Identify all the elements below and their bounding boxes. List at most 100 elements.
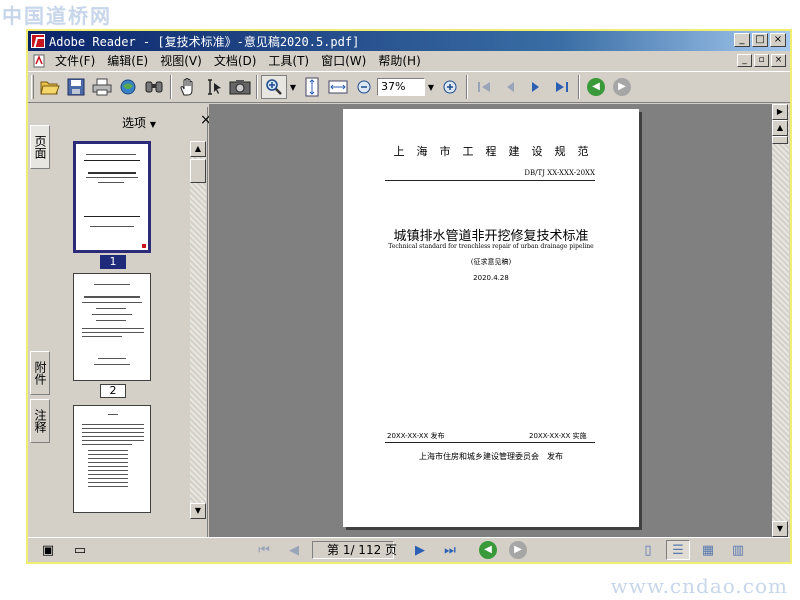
page-thumbnail-3[interactable] [73,405,151,513]
fit-page-icon[interactable] [299,75,325,99]
scroll-up-button[interactable]: ▲ [772,120,788,136]
page-layout-icon[interactable]: ▣ [36,540,60,560]
chevron-down-icon: ▼ [149,120,156,129]
zoom-in-icon[interactable] [261,75,287,99]
toolbar-separator [466,75,468,99]
status-bar: ▣ ▭ ⏮ ◀ 第 1/ 112 页 ▶ ⏭ ◀ ▶ ▯ ☰ ▦ ▥ [28,537,790,562]
page-thumbnail-2[interactable] [73,273,151,381]
thumbnail-label-1[interactable]: 1 [100,255,126,269]
minimize-button[interactable]: _ [734,33,750,47]
publisher: 上海市住房和城乡建设管理委员会 发布 [419,452,563,461]
zoom-dropdown-icon[interactable]: ▼ [425,83,437,92]
options-label: 选项 [122,116,147,130]
reader-window: Adobe Reader - [复技术标准》-意见稿2020.5.pdf] _ … [26,29,792,564]
menu-help[interactable]: 帮助(H) [372,52,426,69]
menu-document[interactable]: 文档(D) [208,52,263,69]
page-divider [385,442,595,443]
scroll-down-button[interactable]: ▼ [190,503,206,519]
scroll-up-button[interactable]: ▲ [190,141,206,157]
menu-edit[interactable]: 编辑(E) [101,52,154,69]
thumbnail-scrollbar[interactable]: ▲ ▼ [190,141,206,519]
watermark-top: 中国道桥网 [2,4,112,28]
zoom-out-minus-icon[interactable] [351,75,377,99]
go-forward-icon[interactable]: ▶ [609,75,635,99]
first-page-icon[interactable] [471,75,497,99]
document-title-en: Technical standard for trenchless repair… [388,243,594,250]
navigation-panel: 选项 ▼ × 1 2 ▲ ▼ [52,107,212,537]
document-view[interactable]: 上海市工程建设规范 DB/TJ XX-XXX-20XX 城镇排水管道非开挖修复技… [209,104,774,537]
draft-note: (征求意见稿) [470,258,512,266]
doc-restore-button[interactable]: ▫ [754,54,769,67]
continuous-view-icon[interactable]: ☰ [666,540,690,560]
main-toolbar: ▼ 37% ▼ ◀ ▶ [28,71,790,103]
next-page-icon[interactable] [523,75,549,99]
toolbar-separator [578,75,580,99]
save-icon[interactable] [63,75,89,99]
document-page: 上海市工程建设规范 DB/TJ XX-XXX-20XX 城镇排水管道非开挖修复技… [343,109,639,527]
zoom-plus-icon[interactable] [437,75,463,99]
go-back-icon[interactable]: ◀ [583,75,609,99]
facing-view-icon[interactable]: ▦ [696,540,720,560]
fit-width-icon[interactable] [325,75,351,99]
maximize-button[interactable]: □ [752,33,768,47]
nav-panel-header: 选项 ▼ × [52,107,232,135]
close-button[interactable]: × [770,33,786,47]
toolbar-separator [256,75,258,99]
side-tabs: 页面 附件 注释 [30,111,52,531]
publish-date: 20XX-XX-XX 发布 [387,432,445,440]
continuous-facing-icon[interactable]: ▥ [726,540,750,560]
toolbar-grip[interactable] [31,75,34,99]
watermark-bottom: www.cndao.com [610,574,788,598]
thumbnail-list: 1 2 [58,141,191,519]
tab-attachments[interactable]: 附件 [30,351,50,395]
title-bar[interactable]: Adobe Reader - [复技术标准》-意见稿2020.5.pdf] _ … [28,31,790,51]
next-page-icon[interactable]: ▶ [408,540,432,560]
pdf-document-icon [33,54,45,67]
single-page-view-icon[interactable]: ▯ [636,540,660,560]
select-text-icon[interactable] [201,75,227,99]
first-page-icon[interactable]: ⏮ [252,540,276,560]
tab-pages[interactable]: 页面 [30,125,50,169]
menu-file[interactable]: 文件(F) [49,52,101,69]
menu-view[interactable]: 视图(V) [154,52,208,69]
doc-minimize-button[interactable]: _ [737,54,752,67]
doc-close-button[interactable]: × [771,54,786,67]
thumbnail-label-2[interactable]: 2 [100,384,126,398]
toolbar-separator [170,75,172,99]
document-scrollbar[interactable]: ▶ ▲ ▼ [772,104,789,537]
menu-bar: 文件(F) 编辑(E) 视图(V) 文档(D) 工具(T) 窗口(W) 帮助(H… [28,51,790,70]
prev-page-icon[interactable]: ◀ [282,540,306,560]
document-title: 城镇排水管道非开挖修复技术标准 [393,229,589,244]
page-number-field[interactable]: 第 1/ 112 页 [312,541,397,559]
snapshot-icon[interactable] [227,75,253,99]
zoom-level-field[interactable]: 37% [377,78,425,96]
adobe-reader-icon [31,34,45,48]
hand-icon[interactable] [175,75,201,99]
page-header: 上海市工程建设规范 [393,145,601,158]
window-title: Adobe Reader - [复技术标准》-意见稿2020.5.pdf] [49,34,360,49]
last-page-icon[interactable] [549,75,575,99]
scroll-thumb[interactable] [772,136,788,144]
tab-comments[interactable]: 注释 [30,399,50,443]
go-back-icon[interactable]: ◀ [476,540,500,560]
search-icon[interactable] [141,75,167,99]
last-page-icon[interactable]: ⏭ [438,540,462,560]
effective-date: 20XX-XX-XX 实施 [529,432,587,440]
standard-code: DB/TJ XX-XXX-20XX [524,169,595,177]
options-menu[interactable]: 选项 ▼ [122,114,156,131]
email-icon[interactable] [115,75,141,99]
menu-window[interactable]: 窗口(W) [315,52,372,69]
chevron-down-icon[interactable]: ▼ [287,83,299,92]
page-thumbnail-1[interactable] [73,141,151,253]
single-page-icon[interactable]: ▭ [68,540,92,560]
scroll-thumb[interactable] [190,159,206,183]
scroll-down-button[interactable]: ▼ [772,521,788,537]
prev-page-icon[interactable] [497,75,523,99]
draft-date: 2020.4.28 [473,274,509,282]
menu-tools[interactable]: 工具(T) [262,52,315,69]
page-divider [385,180,595,181]
go-forward-icon[interactable]: ▶ [506,540,530,560]
page-scroll-right-button[interactable]: ▶ [772,104,788,120]
open-icon[interactable] [37,75,63,99]
print-icon[interactable] [89,75,115,99]
